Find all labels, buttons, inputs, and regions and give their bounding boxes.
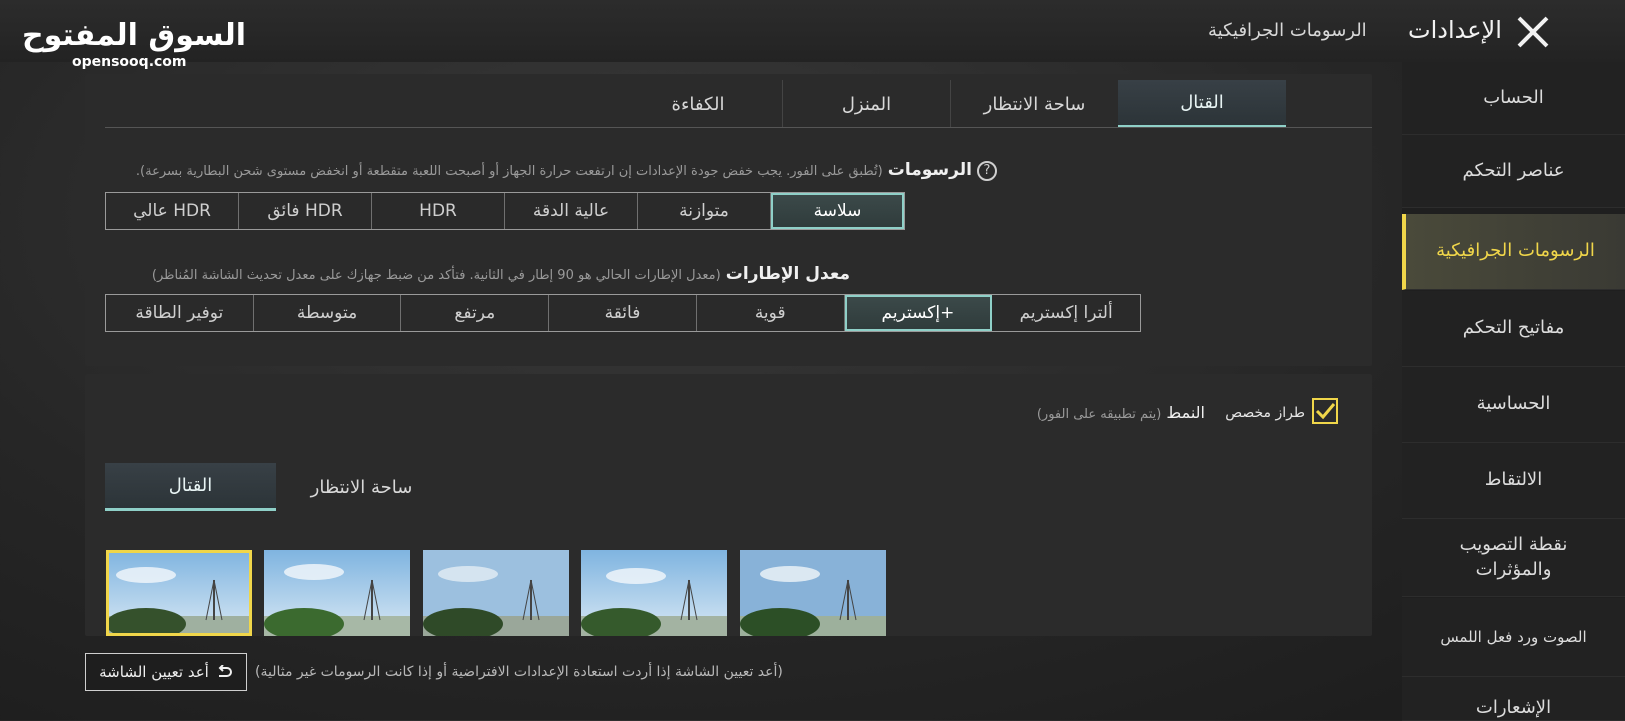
sidebar-item-label: عناصر التحكم — [1462, 159, 1565, 181]
landscape-thumbnail-image — [581, 550, 727, 636]
reset-note: (أعد تعيين الشاشة إذا أردت استعادة الإعد… — [255, 664, 783, 680]
option-label: متوازنة — [679, 201, 729, 221]
graphics-option-hdr[interactable]: HDR — [372, 193, 505, 229]
tabs-divider — [105, 127, 1372, 128]
framerate-note: (معدل الإطارات الحالي هو 90 إطار في الثا… — [151, 268, 721, 283]
sidebar-item-label: الحساب — [1483, 86, 1544, 108]
landscape-thumbnail-image — [264, 550, 410, 636]
sidebar-item-control-keys[interactable]: مفاتيح التحكم — [1402, 291, 1625, 367]
sidebar-item-pickup[interactable]: الالتقاط — [1402, 443, 1625, 519]
graphics-option-hd[interactable]: عالية الدقة — [505, 193, 638, 229]
style-thumbnail[interactable] — [106, 550, 252, 636]
tab-label: المنزل — [841, 93, 892, 115]
tab-label: ساحة الانتظار — [310, 476, 413, 498]
option-label: ألترا إكستريم — [1019, 303, 1113, 323]
graphics-quality-selector: سلاسة متوازنة عالية الدقة HDR فائق HDR ع… — [105, 192, 905, 230]
style-label: النمط — [1166, 403, 1205, 422]
framerate-option-ultra[interactable]: فائقة — [549, 295, 697, 331]
option-label: HDR — [419, 201, 457, 221]
sidebar-item-controls[interactable]: عناصر التحكم — [1402, 135, 1625, 208]
graphics-label: الرسومات — [887, 160, 972, 180]
option-label: فائق HDR — [267, 201, 343, 221]
style-note: (يتم تطبيقه على الفور) — [1036, 407, 1162, 422]
style-thumbnail[interactable] — [581, 550, 727, 636]
framerate-option-strong[interactable]: قوية — [696, 295, 845, 331]
option-label: مرتفع — [454, 303, 496, 323]
mode-tabs: القتال ساحة الانتظار المنزل الكفاءة — [614, 80, 1286, 128]
breadcrumb: الرسومات الجرافيكية — [1208, 20, 1367, 41]
tab-style-combat[interactable]: القتال — [105, 463, 276, 511]
style-tabs: القتال ساحة الانتظار — [105, 463, 447, 511]
sidebar-item-label: الالتقاط — [1484, 469, 1543, 491]
brand-logo: السوق المفتوح — [22, 18, 247, 53]
sidebar-item-sensitivity[interactable]: الحساسية — [1402, 367, 1625, 443]
option-label: فائقة — [604, 303, 641, 323]
help-icon[interactable]: ? — [977, 160, 997, 181]
undo-icon — [218, 665, 232, 677]
tab-combat[interactable]: القتال — [1118, 80, 1286, 128]
landscape-thumbnail-image — [106, 550, 252, 636]
close-icon[interactable] — [1515, 14, 1551, 50]
tab-label: الكفاءة — [671, 93, 725, 115]
reset-screen-button[interactable]: أعد تعيين الشاشة — [85, 653, 247, 691]
style-thumbnail[interactable] — [423, 550, 569, 636]
tab-lobby[interactable]: ساحة الانتظار — [950, 80, 1118, 128]
page-title: الإعدادات — [1408, 16, 1502, 44]
tab-label: ساحة الانتظار — [983, 93, 1086, 115]
sidebar-item-account[interactable]: الحساب — [1402, 62, 1625, 135]
style-thumbnail[interactable] — [264, 550, 410, 636]
settings-sidebar: الحساب عناصر التحكم الرسومات الجرافيكية … — [1402, 62, 1625, 721]
graphics-option-smooth[interactable]: سلاسة — [771, 193, 904, 229]
option-label: قوية — [754, 303, 786, 323]
framerate-selector: ألترا إكستريم إكستريم+ قوية فائقة مرتفع … — [105, 294, 1141, 332]
reset-label: أعد تعيين الشاشة — [99, 663, 209, 681]
framerate-label: معدل الإطارات — [725, 264, 850, 284]
graphics-option-ultra-hdr[interactable]: فائق HDR — [239, 193, 372, 229]
graphics-note: (تُطبق على الفور. يجب خفض جودة الإعدادات… — [135, 164, 883, 179]
framerate-option-medium[interactable]: متوسطة — [253, 295, 402, 331]
brand-logo-en: opensooq.com — [72, 54, 187, 70]
framerate-option-extreme-plus[interactable]: إكستريم+ — [844, 295, 993, 331]
tab-label: القتال — [168, 475, 213, 496]
custom-style-checkbox[interactable] — [1312, 398, 1338, 424]
framerate-option-power-saving[interactable]: توفير الطاقة — [105, 295, 254, 331]
landscape-thumbnail-image — [423, 550, 569, 636]
style-label-row: النمط (يتم تطبيقه على الفور) — [1037, 403, 1205, 422]
option-label: متوسطة — [296, 303, 358, 323]
custom-style-label: طراز مخصص — [1225, 405, 1305, 421]
tab-style-lobby[interactable]: ساحة الانتظار — [276, 463, 447, 511]
graphics-label-row: ? الرسومات (تُطبق على الفور. يجب خفض جود… — [136, 160, 997, 181]
check-icon — [1315, 403, 1336, 420]
option-label: عالي HDR — [133, 201, 211, 221]
sidebar-item-graphics[interactable]: الرسومات الجرافيكية — [1402, 214, 1625, 290]
option-label: سلاسة — [813, 201, 862, 221]
sidebar-item-label: الحساسية — [1476, 393, 1551, 415]
sidebar-item-notifications[interactable]: الإشعارات — [1402, 677, 1625, 721]
sidebar-item-label: مفاتيح التحكم — [1462, 317, 1565, 339]
sidebar-item-label: الإشعارات — [1475, 696, 1552, 718]
sidebar-item-label: الرسومات الجرافيكية — [1436, 240, 1595, 262]
sidebar-item-crosshair[interactable]: نقطة التصويب والمؤثرات — [1402, 519, 1625, 597]
graphics-option-high-hdr[interactable]: عالي HDR — [106, 193, 239, 229]
style-thumbnail[interactable] — [740, 550, 886, 636]
option-label: إكستريم+ — [881, 303, 955, 323]
framerate-option-high[interactable]: مرتفع — [401, 295, 550, 331]
option-label: عالية الدقة — [532, 201, 610, 221]
sidebar-item-label: الصوت ورد فعل اللمس — [1440, 627, 1587, 646]
graphics-option-balanced[interactable]: متوازنة — [638, 193, 771, 229]
sidebar-item-label: نقطة التصويب والمؤثرات — [1459, 534, 1568, 580]
sidebar-item-audio-haptics[interactable]: الصوت ورد فعل اللمس — [1402, 598, 1625, 677]
framerate-label-row: معدل الإطارات (معدل الإطارات الحالي هو 9… — [152, 264, 850, 284]
option-label: توفير الطاقة — [135, 303, 224, 323]
landscape-thumbnail-image — [740, 550, 886, 636]
tab-label: القتال — [1180, 92, 1224, 113]
framerate-option-ultra-extreme[interactable]: ألترا إكستريم — [992, 295, 1140, 331]
tab-home[interactable]: المنزل — [782, 80, 950, 128]
tab-efficiency[interactable]: الكفاءة — [614, 80, 782, 128]
